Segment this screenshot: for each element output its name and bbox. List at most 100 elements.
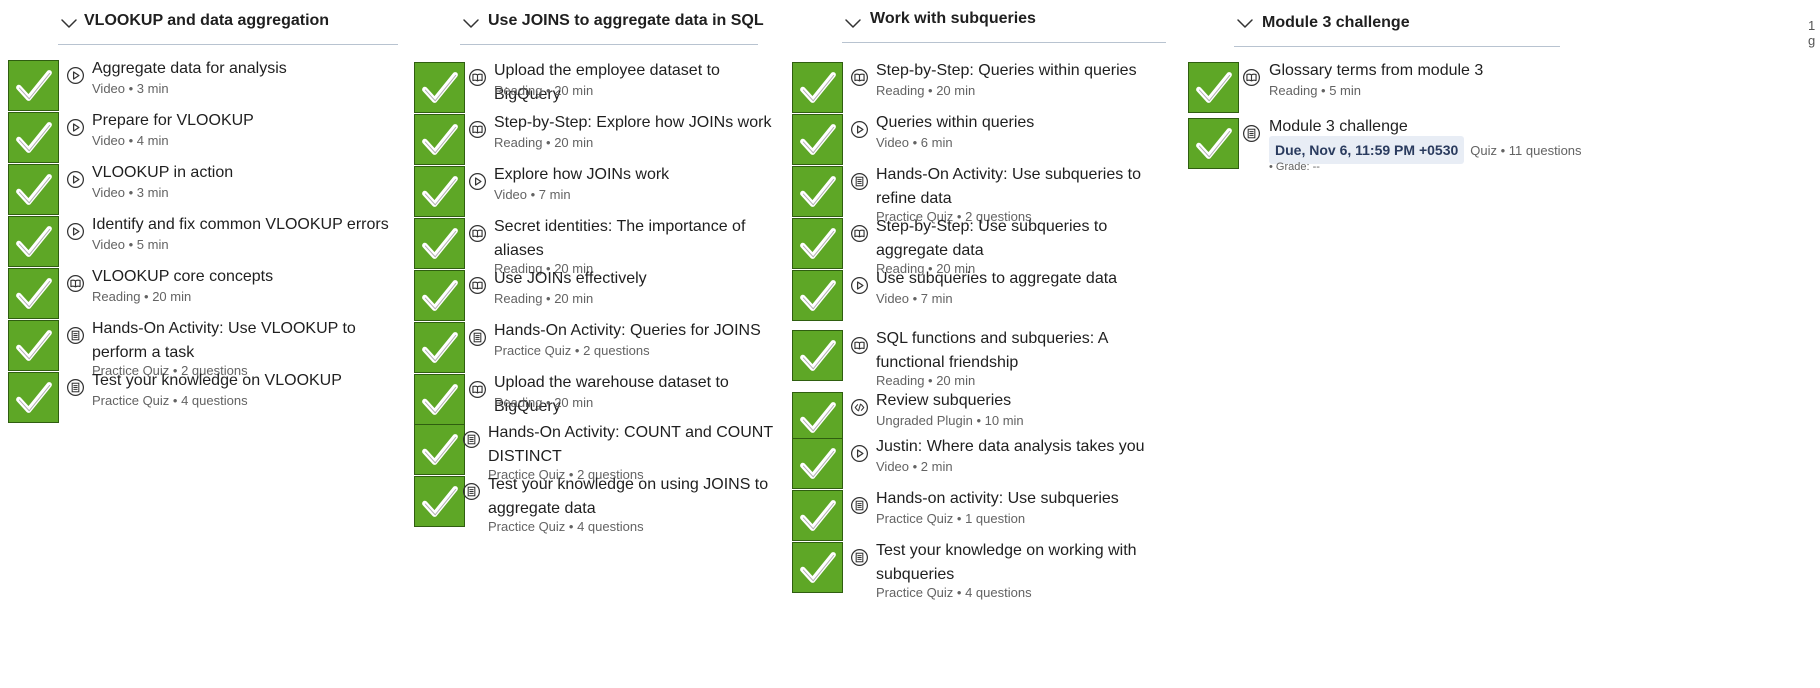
completed-check-icon [792,166,843,217]
item-title-link[interactable]: Step-by-Step: Explore how JOINs work [494,111,784,135]
item-title-link[interactable]: Use subqueries to aggregate data [876,267,1176,291]
item-title-link[interactable]: Hands-On Activity: Use VLOOKUP to perfor… [92,317,402,365]
book-icon [850,336,869,355]
book-icon [850,68,869,87]
completed-check-icon [414,322,465,373]
item-title-link[interactable]: Step-by-Step: Use subqueries to aggregat… [876,215,1176,263]
item-meta: Ungraded Plugin • 10 min [876,413,1024,428]
item-title-link[interactable]: Use JOINs effectively [494,267,784,291]
completed-check-icon [8,268,59,319]
completed-check-icon [792,62,843,113]
item-title-link[interactable]: SQL functions and subqueries: A function… [876,327,1176,375]
item-title-link[interactable]: Explore how JOINs work [494,163,784,187]
completed-check-icon [414,62,465,113]
item-meta: Practice Quiz • 4 questions [488,519,644,534]
item-meta: Reading • 20 min [494,395,594,410]
completed-check-icon [1188,62,1239,113]
item-title-link[interactable]: Hands-On Activity: COUNT and COUNT DISTI… [488,421,778,469]
play-circle-icon [468,172,487,191]
chevron-down-icon[interactable] [844,15,862,33]
completed-check-icon [792,490,843,541]
completed-check-icon [792,392,843,443]
item-title-link[interactable]: Hands-On Activity: Queries for JOINS [494,319,784,343]
play-circle-icon [66,118,85,137]
item-title-link[interactable]: Identify and fix common VLOOKUP errors [92,213,402,237]
item-title-link[interactable]: VLOOKUP in action [92,161,402,185]
item-title-link[interactable]: Aggregate data for analysis [92,57,402,81]
quiz-list-icon [66,326,85,345]
item-meta: Video • 3 min [92,185,169,200]
play-circle-icon [850,276,869,295]
completed-check-icon [792,270,843,321]
play-circle-icon [850,444,869,463]
item-meta: Video • 3 min [92,81,169,96]
item-meta: Video • 6 min [876,135,953,150]
item-title-link[interactable]: Test your knowledge on using JOINS to ag… [488,473,778,521]
item-title-link[interactable]: Step-by-Step: Queries within queries [876,59,1176,83]
section-title[interactable]: Use JOINS to aggregate data in SQL [488,12,764,30]
completed-check-icon [8,164,59,215]
book-icon [468,276,487,295]
chevron-down-icon[interactable] [60,15,78,33]
item-meta: Video • 7 min [494,187,571,202]
quiz-list-icon [462,482,481,501]
completed-check-icon [8,112,59,163]
item-title-link[interactable]: Queries within queries [876,111,1176,135]
section-divider [460,44,758,45]
item-meta-text: Quiz • 11 questions [1470,143,1582,158]
quiz-list-icon [468,328,487,347]
completed-check-icon [8,372,59,423]
quiz-list-icon [66,378,85,397]
item-title-link[interactable]: Hands-On Activity: Use subqueries to ref… [876,163,1176,211]
item-title-link[interactable]: Glossary terms from module 3 [1269,59,1559,83]
chevron-down-icon[interactable] [1236,15,1254,33]
section-divider [58,44,398,45]
completed-check-icon [414,114,465,165]
quiz-list-icon [850,548,869,567]
item-meta: Reading • 20 min [494,83,594,98]
book-icon [66,274,85,293]
book-icon [850,224,869,243]
book-icon [1242,68,1261,87]
completed-check-icon [8,320,59,371]
item-meta: Reading • 20 min [876,83,976,98]
book-icon [468,120,487,139]
completed-check-icon [792,114,843,165]
item-meta: Practice Quiz • 4 questions [92,393,248,408]
section-title[interactable]: VLOOKUP and data aggregation [84,12,329,30]
completed-check-icon [414,166,465,217]
section-title[interactable]: Module 3 challenge [1262,14,1410,32]
item-title-link[interactable]: Prepare for VLOOKUP [92,109,402,133]
item-meta: Video • 4 min [92,133,169,148]
item-title-link[interactable]: Test your knowledge on VLOOKUP [92,369,402,393]
item-meta: Practice Quiz • 2 questions [494,343,650,358]
section-divider [842,42,1166,43]
chevron-down-icon[interactable] [462,15,480,33]
item-meta: Reading • 20 min [92,289,192,304]
quiz-list-icon [462,430,481,449]
item-meta: Reading • 5 min [1269,83,1361,98]
item-title-link[interactable]: Review subqueries [876,389,1176,413]
section-divider [1234,46,1560,47]
completed-check-icon [792,218,843,269]
item-title-link[interactable]: Test your knowledge on working with subq… [876,539,1176,587]
item-title-link[interactable]: VLOOKUP core concepts [92,265,402,289]
item-title-link[interactable]: Justin: Where data analysis takes you [876,435,1176,459]
code-icon [850,398,869,417]
play-circle-icon [850,120,869,139]
item-meta: Reading • 20 min [494,135,594,150]
section-title[interactable]: Work with subqueries [870,10,1036,28]
completed-check-icon [414,218,465,269]
quiz-list-icon [850,496,869,515]
item-title-link[interactable]: Secret identities: The importance of ali… [494,215,784,263]
item-meta: Practice Quiz • 1 question [876,511,1026,526]
completed-check-icon [1188,118,1239,169]
item-meta: Reading • 20 min [876,373,976,388]
completed-check-icon [414,424,465,475]
completed-check-icon [792,542,843,593]
play-circle-icon [66,66,85,85]
item-title-link[interactable]: Hands-on activity: Use subqueries [876,487,1176,511]
book-icon [468,224,487,243]
item-meta: Video • 2 min [876,459,953,474]
play-circle-icon [66,170,85,189]
